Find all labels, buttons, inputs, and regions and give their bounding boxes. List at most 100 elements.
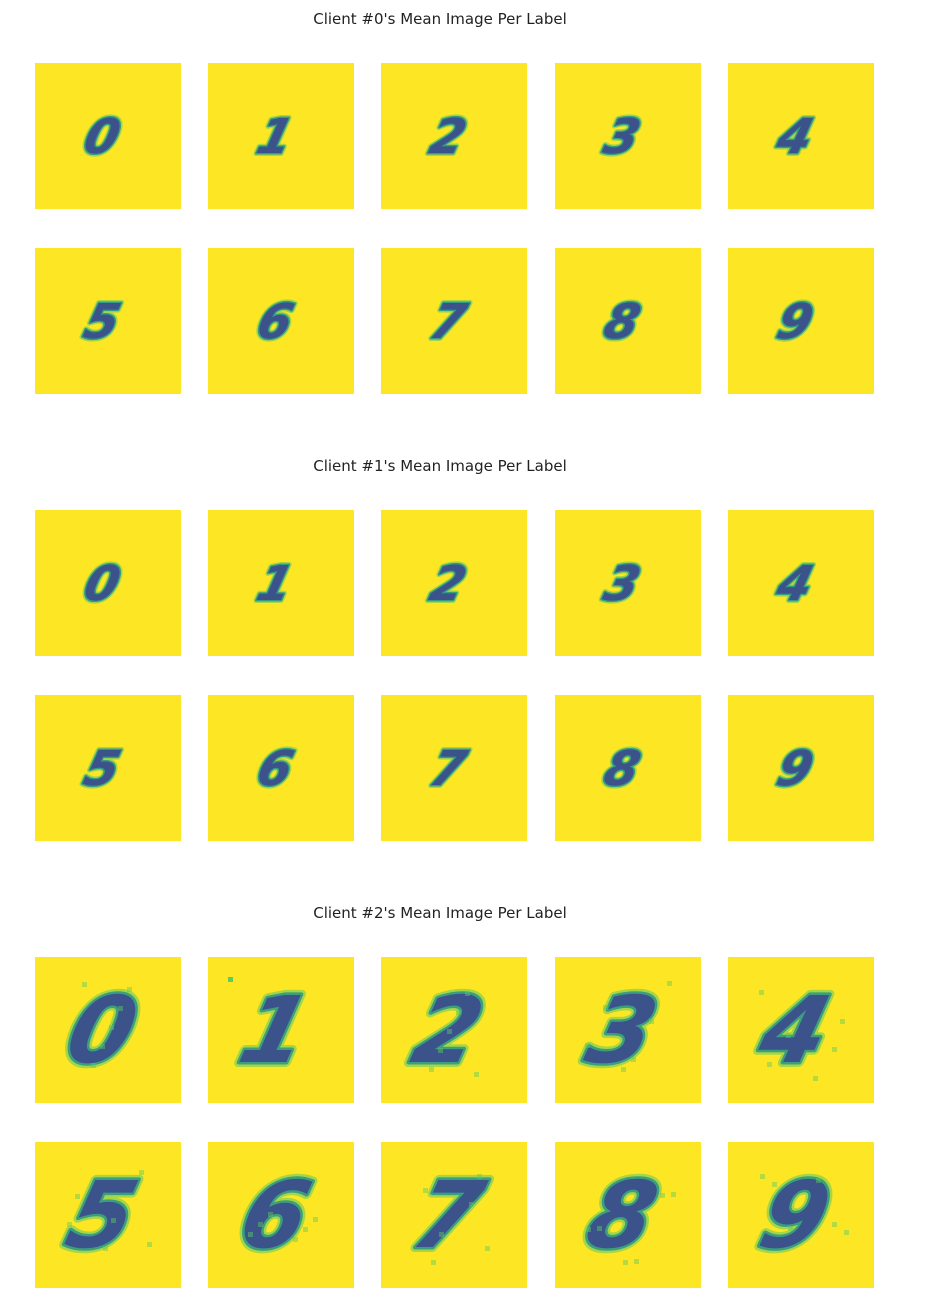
chart-title: Client #0's Mean Image Per Label xyxy=(313,10,567,28)
noise-pixel xyxy=(439,1232,444,1237)
mean-image-panel: 777 xyxy=(381,695,527,841)
mean-image-panel: 222 xyxy=(381,63,527,209)
noise-pixel xyxy=(139,1170,144,1175)
mean-image-panel: 222 xyxy=(381,957,527,1103)
digit-label: 7 xyxy=(425,741,472,796)
digit-label: 5 xyxy=(79,741,126,796)
noise-pixel xyxy=(585,1043,590,1048)
mean-image-panel: 000 xyxy=(35,957,181,1103)
digit-image: 666 xyxy=(249,291,302,352)
mean-image-panel: 333 xyxy=(555,957,701,1103)
noise-pixel xyxy=(597,1226,602,1231)
digit-label: 1 xyxy=(252,556,299,611)
noise-pixel xyxy=(649,1019,654,1024)
digit-label: 4 xyxy=(771,109,819,164)
digit-image: 222 xyxy=(422,553,475,614)
chart-title: Client #1's Mean Image Per Label xyxy=(313,457,567,475)
mean-image-panel: 444 xyxy=(728,510,874,656)
digit-label: 7 xyxy=(425,294,472,349)
mean-image-panel: 666 xyxy=(208,248,354,394)
mean-image-panel: 555 xyxy=(35,248,181,394)
noise-pixel xyxy=(816,1178,821,1183)
digit-image: 000 xyxy=(76,106,129,167)
digit-image: 999 xyxy=(769,291,822,352)
noise-pixel xyxy=(660,1193,665,1198)
digit-image: 222 xyxy=(422,106,475,167)
noise-pixel xyxy=(456,1010,461,1015)
noise-pixel xyxy=(621,1067,626,1072)
mean-image-panel: 666 xyxy=(208,1142,354,1288)
digit-label: 0 xyxy=(79,109,126,164)
noise-pixel xyxy=(100,1044,105,1049)
noise-pixel xyxy=(447,1029,452,1034)
digit-label: 1 xyxy=(230,978,321,1085)
digit-image: 888 xyxy=(596,738,649,799)
digit-label: 5 xyxy=(79,294,126,349)
noise-pixel xyxy=(631,1057,636,1062)
digit-label: 1 xyxy=(252,109,299,164)
noise-pixel xyxy=(248,1232,253,1237)
digit-label: 2 xyxy=(425,109,472,164)
digit-image: 222 xyxy=(398,973,499,1090)
mean-image-panel: 000 xyxy=(35,63,181,209)
noise-pixel xyxy=(258,1222,263,1227)
digit-image: 999 xyxy=(769,738,822,799)
mean-image-panel: 888 xyxy=(555,695,701,841)
noise-pixel xyxy=(767,1062,772,1067)
noise-pixel xyxy=(788,1226,793,1231)
noise-pixel xyxy=(477,1174,482,1179)
noise-pixel xyxy=(465,991,470,996)
digit-image: 111 xyxy=(249,106,302,167)
digit-label: 8 xyxy=(599,741,646,796)
noise-pixel xyxy=(634,1259,639,1264)
mean-image-panel: 444 xyxy=(728,63,874,209)
noise-pixel xyxy=(760,1174,765,1179)
digit-image: 444 xyxy=(768,553,822,614)
mean-image-panel: 888 xyxy=(555,1142,701,1288)
noise-pixel xyxy=(485,1246,490,1251)
noise-pixel xyxy=(67,1222,72,1227)
digit-image: 444 xyxy=(768,106,822,167)
digit-label: 3 xyxy=(599,556,646,611)
digit-image: 777 xyxy=(422,738,475,799)
digit-image: 777 xyxy=(398,1158,499,1275)
digit-label: 6 xyxy=(230,1163,321,1270)
noise-pixel xyxy=(82,982,87,987)
noise-pixel xyxy=(147,1242,152,1247)
digit-image: 000 xyxy=(52,973,153,1090)
digit-label: 8 xyxy=(577,1163,668,1270)
noise-pixel xyxy=(313,1217,318,1222)
digit-image: 999 xyxy=(745,1158,849,1275)
digit-image: 555 xyxy=(52,1158,153,1275)
digit-image: 666 xyxy=(249,738,302,799)
digit-image: 333 xyxy=(572,973,673,1090)
noise-pixel xyxy=(438,1048,443,1053)
digit-image: 555 xyxy=(76,738,129,799)
digit-image: 777 xyxy=(422,291,475,352)
noise-pixel xyxy=(671,1192,676,1197)
noise-pixel xyxy=(118,1006,123,1011)
noise-pixel xyxy=(293,1237,298,1242)
digit-image: 444 xyxy=(744,973,846,1090)
noise-pixel xyxy=(303,1227,308,1232)
digit-image: 888 xyxy=(572,1158,676,1275)
digit-image: 666 xyxy=(225,1158,326,1275)
digit-label: 0 xyxy=(57,978,148,1085)
noise-pixel xyxy=(429,1067,434,1072)
noise-pixel xyxy=(75,1194,80,1199)
noise-pixel xyxy=(603,1005,608,1010)
noise-pixel xyxy=(844,1230,849,1235)
mean-image-panel: 111 xyxy=(208,63,354,209)
noise-pixel xyxy=(474,1072,479,1077)
mean-image-panel: 111 xyxy=(208,957,354,1103)
noise-pixel xyxy=(623,1260,628,1265)
noise-pixel xyxy=(268,1212,273,1217)
mean-image-panel: 555 xyxy=(35,1142,181,1288)
noise-pixel xyxy=(111,1218,116,1223)
mean-image-panel: 333 xyxy=(555,510,701,656)
mean-image-panel: 000 xyxy=(35,510,181,656)
digit-label: 6 xyxy=(252,294,299,349)
mean-image-panel: 888 xyxy=(555,248,701,394)
noise-pixel xyxy=(772,1182,777,1187)
mean-image-panel: 444 xyxy=(728,957,874,1103)
